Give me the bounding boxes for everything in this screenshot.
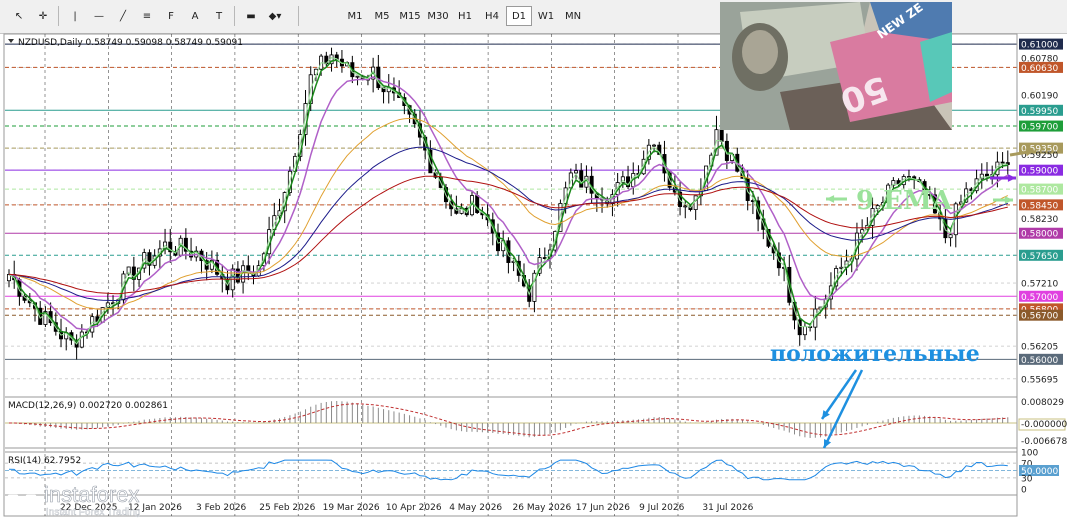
price-label: 0.56700 [1021, 312, 1058, 322]
price-label: 0.59700 [1021, 123, 1058, 133]
cursor-icon[interactable]: ↖ [8, 6, 30, 26]
price-label: 0.60630 [1021, 64, 1058, 74]
rectangle-icon[interactable]: ▬ [240, 6, 262, 26]
toolbar-separator [298, 6, 299, 26]
price-label: 0.55695 [1021, 375, 1058, 385]
price-label: 0.61000 [1021, 41, 1058, 51]
price-label: 0.56205 [1021, 343, 1058, 353]
timeframe-w1[interactable]: W1 [533, 6, 559, 26]
price-label: 0.57210 [1021, 280, 1058, 290]
rsi-scale-label: 30 [1021, 474, 1033, 484]
price-label: 0.56000 [1021, 356, 1058, 366]
candle-body [1000, 161, 1005, 164]
vertical-line-icon[interactable]: | [64, 6, 86, 26]
rsi-scale-label: 0 [1021, 486, 1027, 496]
date-label: 31 Jul 2026 [702, 503, 753, 513]
date-label: 19 Mar 2026 [323, 503, 380, 513]
trendline-icon[interactable]: ╱ [112, 6, 134, 26]
price-label: 0.59950 [1021, 107, 1058, 117]
crosshair-icon[interactable]: ✛ [32, 6, 54, 26]
date-label: 25 Feb 2026 [259, 503, 315, 513]
horizontal-line-icon[interactable]: — [88, 6, 110, 26]
label-icon[interactable]: T [208, 6, 230, 26]
timeframe-m30[interactable]: M30 [424, 6, 452, 26]
macd-scale-label: -0.006678 [1021, 437, 1067, 447]
candle-body [948, 234, 953, 239]
candle-body [652, 144, 657, 147]
candle-body [579, 170, 584, 188]
date-label: 26 May 2026 [513, 503, 572, 513]
price-label: 0.58000 [1021, 230, 1058, 240]
candle-body [802, 326, 807, 336]
date-label: 17 Jun 2026 [576, 503, 630, 513]
positive-annotation: положительные [770, 341, 980, 367]
shapes-icon[interactable]: ◆▾ [264, 6, 286, 26]
candle-body [719, 129, 724, 142]
date-label: 10 Apr 2026 [386, 503, 442, 513]
logo-mark-icon [7, 481, 37, 511]
price-label: 0.58450 [1021, 201, 1058, 211]
timeframe-m1[interactable]: M1 [342, 6, 368, 26]
price-label: 0.58230 [1021, 215, 1058, 225]
timeframe-m15[interactable]: M15 [396, 6, 424, 26]
toolbar-separator [234, 6, 235, 26]
logo-tagline: Instant Forex Trading [46, 507, 141, 518]
channel-icon[interactable]: ≡ [136, 6, 158, 26]
toolbar-separator [58, 6, 59, 26]
candle-body [355, 75, 360, 78]
timeframe-mn[interactable]: MN [560, 6, 586, 26]
logo-brand: instaforex [44, 482, 139, 507]
price-label: 0.59000 [1021, 167, 1058, 177]
text-icon[interactable]: A [184, 6, 206, 26]
rsi-info: RSI(14) 62.7952 [8, 456, 81, 466]
timeframe-d1[interactable]: D1 [506, 6, 532, 26]
banknote-image: 50 NEW ZE [720, 2, 952, 130]
timeframe-h1[interactable]: H1 [452, 6, 478, 26]
price-label: 0.57650 [1021, 252, 1058, 262]
candle-body [79, 331, 84, 348]
price-label: 0.60190 [1021, 92, 1058, 102]
instaforex-logo: instaforex Instant Forex Trading [4, 476, 180, 518]
macd-info: MACD(12,26,9) 0.002720 0.002861 [8, 401, 168, 411]
currency-photo: 50 NEW ZE [720, 2, 952, 130]
timeframe-h4[interactable]: H4 [479, 6, 505, 26]
date-label: 4 May 2026 [449, 503, 502, 513]
macd-scale-label: 0.008029 [1021, 398, 1064, 408]
ema-annotation: 9 EMA [856, 186, 953, 216]
timeframe-m5[interactable]: M5 [369, 6, 395, 26]
fibonacci-icon[interactable]: F [160, 6, 182, 26]
rsi-scale-label: 100 [1021, 449, 1038, 459]
macd-scale-label: -0.000000 [1021, 420, 1067, 430]
price-label: 0.58700 [1021, 186, 1058, 196]
candle-body [683, 205, 688, 208]
symbol-info: NZDUSD,Daily 0.58749 0.59098 0.58749 0.5… [18, 38, 243, 48]
price-label: 0.57000 [1021, 293, 1058, 303]
date-label: 9 Jul 2026 [639, 503, 684, 513]
date-label: 3 Feb 2026 [196, 503, 247, 513]
candle-body [574, 170, 579, 174]
